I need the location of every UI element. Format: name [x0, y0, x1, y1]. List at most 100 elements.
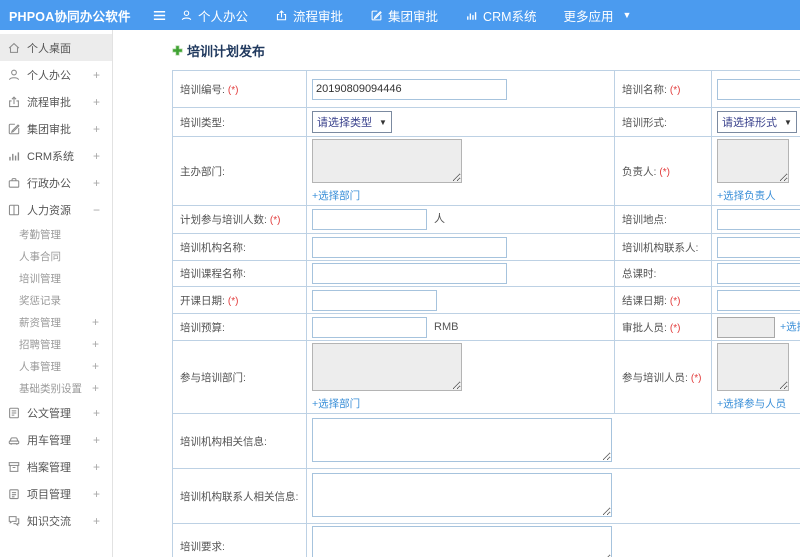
sidebar-subitem-attendance-management[interactable]: 考勤管理 [0, 223, 112, 245]
unit-label: RMB [434, 320, 459, 333]
sidebar-subitem-personnel-management[interactable]: 人事管理 + [0, 355, 112, 377]
expand-indicator[interactable]: + [93, 68, 100, 82]
expand-indicator[interactable]: + [92, 359, 99, 373]
briefcase-icon [7, 176, 21, 190]
field-cell [306, 468, 800, 524]
total-hours-input[interactable] [717, 263, 800, 284]
form-row: 培训机构联系人相关信息: [172, 468, 800, 524]
field-label: 培训预算: [172, 313, 307, 341]
expand-indicator[interactable]: + [93, 406, 100, 420]
sidebar-item-human-resources[interactable]: 人力资源 − [0, 196, 112, 223]
field-cell [711, 286, 800, 314]
end-date-input[interactable] [717, 289, 800, 311]
select-approver-link[interactable]: +选择审批人员 [780, 321, 800, 333]
add-icon [172, 45, 183, 56]
expand-indicator[interactable]: + [93, 460, 100, 474]
form-row: 主办部门: +选择部门 负责人: (*) +选择负责人 [172, 136, 800, 206]
join-dept-textarea[interactable] [312, 343, 462, 391]
sidebar-subitem-label: 人事管理 [19, 360, 61, 373]
expand-indicator[interactable]: + [92, 315, 99, 329]
nav-personal-office[interactable]: 个人办公 [180, 6, 248, 25]
select-join-dept-link[interactable]: +选择部门 [312, 396, 609, 411]
field-cell [711, 70, 800, 108]
sidebar-item-personal-office[interactable]: 个人办公 + [0, 61, 112, 88]
select-dept-link[interactable]: +选择部门 [312, 188, 609, 203]
sidebar-subitem-training-management[interactable]: 培训管理 [0, 267, 112, 289]
sidebar-item-knowledge-exchange[interactable]: 知识交流 + [0, 507, 112, 534]
field-cell [306, 523, 800, 557]
expand-indicator[interactable]: + [93, 122, 100, 136]
field-cell: +选择审批人员 [711, 313, 800, 341]
nav-more-apps[interactable]: 更多应用 ▼ [564, 6, 632, 25]
field-label: 计划参与培训人数: (*) [172, 205, 307, 234]
sidebar-subitem-label: 基础类别设置 [19, 382, 82, 395]
training-name-input[interactable] [717, 78, 800, 100]
sidebar-item-archive-management[interactable]: 档案管理 + [0, 453, 112, 480]
sidebar-item-project-management[interactable]: 项目管理 + [0, 480, 112, 507]
expand-indicator[interactable]: + [93, 514, 100, 528]
field-label: 培训形式: [614, 107, 712, 137]
field-cell: +选择参与人员 [711, 340, 800, 414]
location-input[interactable] [717, 209, 800, 230]
join-people-textarea[interactable] [717, 343, 789, 391]
sidebar-item-doc-management[interactable]: 公文管理 + [0, 399, 112, 426]
field-cell: +选择负责人 [711, 136, 800, 206]
doc-icon [7, 406, 21, 420]
sidebar-item-group-approval[interactable]: 集团审批 + [0, 115, 112, 142]
training-no-input[interactable] [312, 78, 507, 100]
field-label: 参与培训人员: (*) [614, 340, 712, 414]
org-contact-input[interactable] [717, 236, 800, 258]
planned-count-input[interactable] [312, 209, 427, 230]
field-label: 培训机构联系人相关信息: [172, 468, 307, 524]
form-row: 开课日期: (*) 结课日期: (*) [172, 286, 800, 314]
org-contact-info-textarea[interactable] [312, 472, 612, 517]
requirement-textarea[interactable] [312, 526, 612, 557]
course-name-input[interactable] [312, 263, 507, 284]
sidebar-subitem-reward-punishment[interactable]: 奖惩记录 [0, 289, 112, 311]
start-date-input[interactable] [312, 289, 437, 311]
training-form-select[interactable]: 请选择形式 ▼ [717, 111, 797, 133]
nav-crm-system[interactable]: CRM系统 [465, 6, 537, 25]
org-info-textarea[interactable] [312, 417, 612, 462]
expand-indicator[interactable]: + [92, 337, 99, 351]
host-dept-textarea[interactable] [312, 139, 462, 183]
budget-input[interactable] [312, 316, 427, 338]
expand-indicator[interactable]: + [93, 95, 100, 109]
sidebar-subitem-hr-contract[interactable]: 人事合同 [0, 245, 112, 267]
select-leader-link[interactable]: +选择负责人 [717, 188, 800, 203]
sidebar-item-vehicle-management[interactable]: 用车管理 + [0, 426, 112, 453]
sidebar-item-admin-office[interactable]: 行政办公 + [0, 169, 112, 196]
expand-indicator[interactable]: + [93, 433, 100, 447]
project-icon [7, 487, 21, 501]
nav-group-approval[interactable]: 集团审批 [370, 6, 438, 25]
sidebar-subitem-label: 人事合同 [19, 250, 61, 263]
expand-indicator[interactable]: + [93, 487, 100, 501]
select-join-people-link[interactable]: +选择参与人员 [717, 396, 800, 411]
sidebar-subitem-salary-management[interactable]: 薪资管理 + [0, 311, 112, 333]
field-label: 开课日期: (*) [172, 286, 307, 314]
sidebar-item-workflow-approval[interactable]: 流程审批 + [0, 88, 112, 115]
sidebar-item-personal-desktop[interactable]: 个人桌面 [0, 34, 112, 61]
sidebar-item-label: 集团审批 [27, 123, 71, 136]
approver-input[interactable] [717, 316, 775, 338]
sidebar-subitem-label: 奖惩记录 [19, 294, 61, 307]
home-icon [7, 41, 21, 55]
nav-workflow-approval[interactable]: 流程审批 [275, 6, 343, 25]
expand-indicator[interactable]: + [93, 149, 100, 163]
org-name-input[interactable] [312, 236, 507, 258]
sidebar-subitem-base-category-settings[interactable]: 基础类别设置 + [0, 377, 112, 399]
flow-icon [7, 95, 21, 109]
expand-indicator[interactable]: + [93, 176, 100, 190]
field-label: 主办部门: [172, 136, 307, 206]
sidebar-subitem-label: 薪资管理 [19, 316, 61, 329]
training-type-select[interactable]: 请选择类型 ▼ [312, 111, 392, 133]
menu-toggle-icon[interactable] [152, 8, 167, 23]
form-row: 培训机构相关信息: [172, 413, 800, 469]
sidebar-subitem-recruitment-management[interactable]: 招聘管理 + [0, 333, 112, 355]
expand-indicator[interactable]: + [92, 381, 99, 395]
select-value: 请选择形式 [722, 117, 777, 129]
collapse-indicator[interactable]: − [93, 203, 100, 217]
leader-textarea[interactable] [717, 139, 789, 183]
chart-icon [7, 149, 21, 163]
sidebar-item-crm-system[interactable]: CRM系统 + [0, 142, 112, 169]
